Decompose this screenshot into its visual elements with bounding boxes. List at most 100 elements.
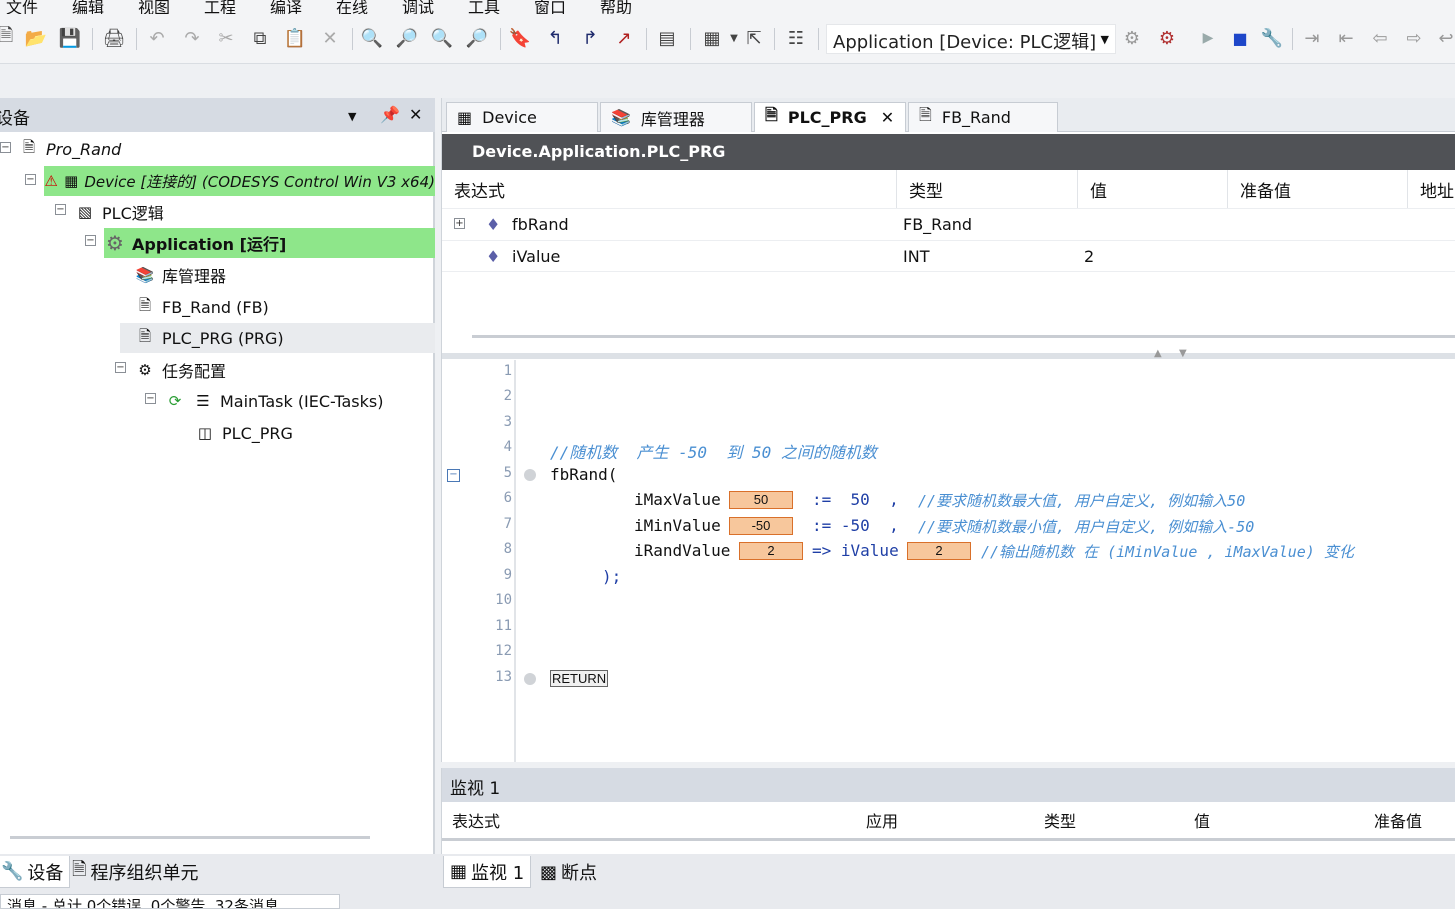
menu-window[interactable]: 窗口 <box>534 0 566 14</box>
chevron-up-icon[interactable]: ▲ <box>1154 348 1162 359</box>
menu-help[interactable]: 帮助 <box>600 0 632 14</box>
return-box[interactable]: RETURN <box>550 670 609 687</box>
layout-icon[interactable]: ▤ <box>655 26 679 50</box>
step-out-icon[interactable]: ⇦ <box>1368 26 1392 50</box>
close-icon[interactable]: ✕ <box>409 105 422 124</box>
line-number: 10 <box>495 592 512 608</box>
horizontal-scrollbar[interactable] <box>10 836 370 839</box>
pou-path-bar: Device.Application.PLC_PRG <box>442 134 1455 170</box>
calendar-icon[interactable]: ☷ <box>784 26 808 50</box>
step-over-icon[interactable]: ⇥ <box>1300 26 1324 50</box>
code-editor[interactable]: 1 2 3 4 5 6 7 8 9 10 11 12 13 − //随机数 产生… <box>442 360 1455 762</box>
messages-tab[interactable]: 消息 - 总计 0个错误, 0个警告, 32条消息 <box>0 894 340 909</box>
watch-title: 监视 1 <box>450 779 501 799</box>
tab-breakpoints[interactable]: ▩ 断点 <box>534 856 603 888</box>
menu-build[interactable]: 编译 <box>270 0 302 14</box>
tree-item-task-prg[interactable]: ◫ PLC_PRG <box>194 418 293 448</box>
bookmark-next-icon[interactable]: ↱ <box>578 26 602 50</box>
menu-online[interactable]: 在线 <box>336 0 368 14</box>
line-number: 7 <box>503 516 512 532</box>
bookmark-prev-icon[interactable]: ↰ <box>543 26 567 50</box>
menu-project[interactable]: 工程 <box>204 0 236 14</box>
horizontal-scrollbar[interactable] <box>442 838 1455 841</box>
application-selector[interactable]: Application [Device: PLC逻辑] ▼ <box>826 24 1116 54</box>
editor-pane: ▦ Device 📚 库管理器 🗎 PLC_PRG ✕ 🗎 FB_Rand De… <box>441 98 1455 762</box>
watch-col-prepared-value: 准备值 <box>1374 812 1423 831</box>
monitor-value[interactable]: 50 <box>729 491 793 509</box>
tree-item-project[interactable]: 🗎 Pro_Rand <box>18 134 121 164</box>
reset-icon[interactable]: 🔧 <box>1260 26 1284 50</box>
col-address: 地址 <box>1408 170 1455 208</box>
pou-path: Device.Application.PLC_PRG <box>472 142 726 161</box>
line-number: 8 <box>503 541 512 557</box>
chevron-down-icon[interactable]: ▼ <box>1179 348 1187 359</box>
print-icon[interactable]: 🖨 <box>102 26 126 50</box>
set-next-statement-icon[interactable]: ↩ <box>1434 26 1455 50</box>
breakpoint-marker[interactable] <box>524 469 536 481</box>
collapse-icon[interactable]: − <box>85 235 96 246</box>
login-icon[interactable]: ⚙ <box>1120 26 1144 50</box>
collapse-icon[interactable]: − <box>115 362 126 373</box>
fold-icon[interactable]: − <box>447 469 460 482</box>
redo-icon[interactable]: ↷ <box>180 26 204 50</box>
monitor-value[interactable]: -50 <box>729 517 793 535</box>
table-row[interactable]: + ♦ fbRand FB_Rand <box>442 208 1455 240</box>
breakpoint-marker[interactable] <box>524 673 536 685</box>
toolbar: 🗎 📂 💾 🖨 ↶ ↷ ✂ ⧉ 📋 ✕ 🔍 🔎 🔍 🔎 🔖 ↰ ↱ ↗ ▤ ▦ … <box>0 14 1455 64</box>
menu-edit[interactable]: 编辑 <box>72 0 104 14</box>
table-row[interactable]: ♦ iValue INT 2 <box>442 240 1455 272</box>
replace-icon[interactable]: 🔍 <box>430 26 454 50</box>
tab-watch[interactable]: ▦ 监视 1 <box>443 856 532 888</box>
new-file-icon[interactable]: 🗎 <box>0 25 18 50</box>
chevron-down-icon[interactable]: ▼ <box>348 110 356 123</box>
undo-icon[interactable]: ↶ <box>145 26 169 50</box>
find-next-icon[interactable]: 🔎 <box>395 26 419 50</box>
delete-icon[interactable]: ✕ <box>318 26 342 50</box>
copy-icon[interactable]: ⧉ <box>248 26 272 50</box>
tab-pou[interactable]: 🗎 程序组织单元 <box>66 856 204 888</box>
editor-splitter[interactable]: ▲ ▼ <box>442 348 1455 359</box>
start-icon[interactable]: ▶ <box>1196 26 1220 50</box>
bookmark-icon[interactable]: 🔖 <box>508 26 532 50</box>
tab-devices[interactable]: 🔧 设备 <box>0 856 71 888</box>
expand-icon[interactable]: + <box>454 218 465 229</box>
replace-next-icon[interactable]: 🔎 <box>465 26 489 50</box>
menu-debug[interactable]: 调试 <box>402 0 434 14</box>
tab-plc-prg[interactable]: 🗎 PLC_PRG ✕ <box>754 102 906 132</box>
tab-fb-rand[interactable]: 🗎 FB_Rand <box>908 102 1058 132</box>
tree-item-device[interactable]: ⚠ ▦ Device [连接的] (CODESYS Control Win V3… <box>44 166 435 196</box>
run-to-cursor-icon[interactable]: ⇨ <box>1402 26 1426 50</box>
tree-item-library-manager[interactable]: 📚 库管理器 <box>134 260 226 290</box>
collapse-icon[interactable]: − <box>55 204 66 215</box>
tree-item-plc-prg[interactable]: 🗎 PLC_PRG (PRG) <box>120 323 435 353</box>
pin-icon[interactable]: 📌 <box>380 105 400 124</box>
paste-icon[interactable]: 📋 <box>283 26 307 50</box>
find-icon[interactable]: 🔍 <box>360 26 384 50</box>
horizontal-scrollbar[interactable] <box>472 335 1455 338</box>
menu-tools[interactable]: 工具 <box>468 0 500 14</box>
monitor-value[interactable]: 2 <box>907 542 971 560</box>
step-into-icon[interactable]: ⇤ <box>1334 26 1358 50</box>
stop-icon[interactable]: ■ <box>1228 26 1252 50</box>
tree-item-application[interactable]: ⚙ Application [运行] <box>104 228 435 258</box>
tree-item-main-task[interactable]: ⟳ ☰ MainTask (IEC-Tasks) <box>164 386 384 416</box>
close-icon[interactable]: ✕ <box>881 108 894 127</box>
export-icon[interactable]: ⇱ <box>742 26 766 50</box>
tab-library-manager[interactable]: 📚 库管理器 <box>600 102 752 132</box>
collapse-icon[interactable]: − <box>25 174 36 185</box>
bookmark-clear-icon[interactable]: ↗ <box>612 26 636 50</box>
cut-icon[interactable]: ✂ <box>214 26 238 50</box>
tab-device[interactable]: ▦ Device <box>446 102 598 132</box>
collapse-icon[interactable]: − <box>145 393 156 404</box>
menu-view[interactable]: 视图 <box>138 0 170 14</box>
tree-item-plc-logic[interactable]: ▧ PLC逻辑 <box>74 197 164 227</box>
logout-icon[interactable]: ⚙ <box>1155 26 1179 50</box>
save-icon[interactable]: 💾 <box>58 26 82 50</box>
open-folder-icon[interactable]: 📂 <box>24 26 48 50</box>
monitor-value[interactable]: 2 <box>739 542 803 560</box>
add-object-icon[interactable]: ▦ <box>700 26 724 50</box>
tree-item-task-config[interactable]: ⚙ 任务配置 <box>134 355 226 385</box>
collapse-icon[interactable]: − <box>0 142 11 153</box>
menu-file[interactable]: 文件 <box>6 0 38 14</box>
tree-item-fb-rand[interactable]: 🗎 FB_Rand (FB) <box>134 292 269 322</box>
